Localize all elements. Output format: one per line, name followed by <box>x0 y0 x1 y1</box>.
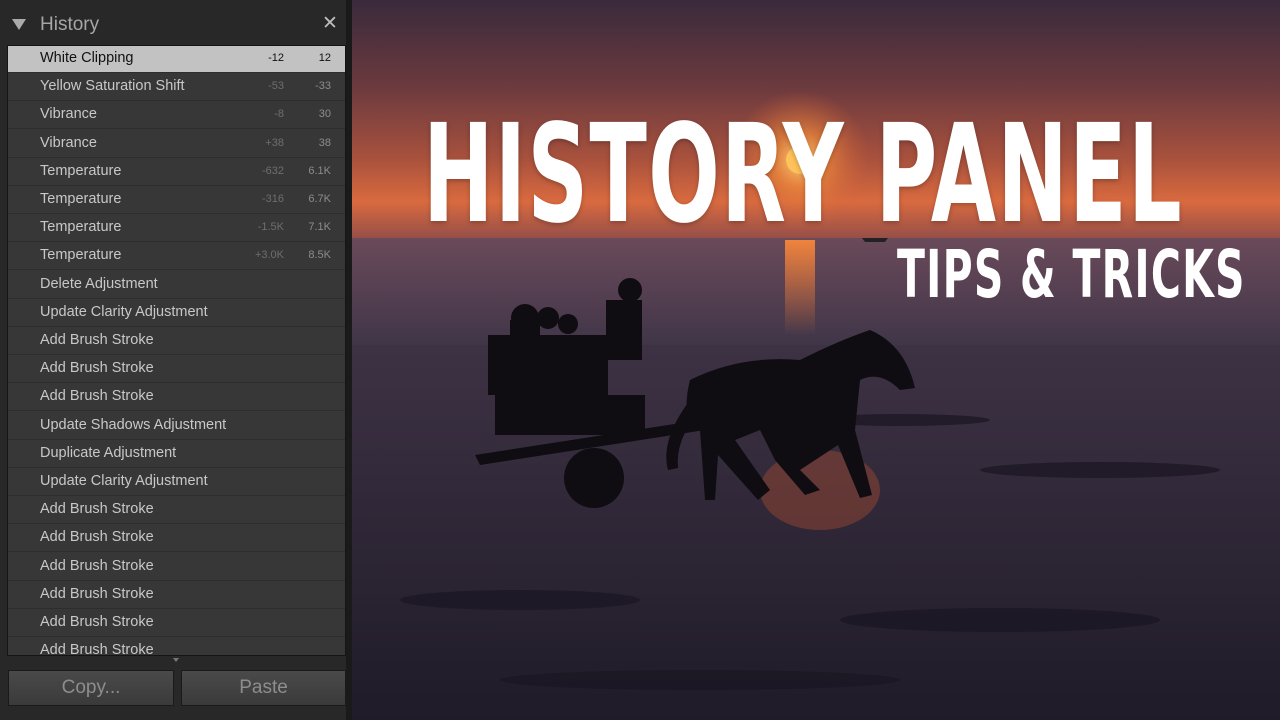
history-step-label: Yellow Saturation Shift <box>40 78 185 95</box>
overlay-subtitle: TIPS & TRICKS <box>897 236 1246 313</box>
history-step[interactable]: Delete Adjustment <box>8 272 345 299</box>
history-step[interactable]: Vibrance +38 38 <box>8 131 345 158</box>
history-step-label: Update Clarity Adjustment <box>40 303 208 320</box>
history-step[interactable]: Temperature -632 6.1K <box>8 159 345 186</box>
history-step[interactable]: Add Brush Stroke <box>8 525 345 553</box>
history-step-label: Add Brush Stroke <box>40 360 154 377</box>
history-step[interactable]: White Clipping -12 12 <box>8 46 345 73</box>
history-step[interactable]: Add Brush Stroke <box>8 356 345 384</box>
history-step-label: White Clipping <box>40 50 134 66</box>
history-step[interactable]: Add Brush Stroke <box>8 328 345 355</box>
history-step-delta: -53 <box>268 80 284 93</box>
scroll-indicator-icon[interactable] <box>173 658 179 662</box>
history-step-label: Add Brush Stroke <box>40 332 154 348</box>
history-step[interactable]: Update Shadows Adjustment <box>8 413 345 440</box>
history-step[interactable]: Yellow Saturation Shift -53 -33 <box>8 74 345 102</box>
history-step-label: Add Brush Stroke <box>40 585 154 602</box>
history-step[interactable]: Vibrance -8 30 <box>8 102 345 130</box>
history-step-label: Update Clarity Adjustment <box>40 473 208 489</box>
history-step-label: Delete Adjustment <box>40 275 158 292</box>
history-step-label: Add Brush Stroke <box>40 529 154 546</box>
history-step-label: Temperature <box>40 219 122 236</box>
history-step[interactable]: Update Clarity Adjustment <box>8 469 345 496</box>
history-step[interactable]: Update Clarity Adjustment <box>8 300 345 327</box>
history-step-label: Add Brush Stroke <box>40 388 154 405</box>
history-list[interactable]: White Clipping -12 12 Yellow Saturation Shi… <box>7 45 346 656</box>
history-step[interactable]: Add Brush Stroke <box>8 384 345 412</box>
copy-button[interactable]: Copy... <box>8 670 174 706</box>
history-step-label: Vibrance <box>40 106 97 123</box>
history-step-label: Temperature <box>40 247 122 264</box>
history-step[interactable]: Add Brush Stroke <box>8 638 345 656</box>
history-step[interactable]: Add Brush Stroke <box>8 610 345 637</box>
panel-title: History <box>40 14 100 35</box>
history-step[interactable]: Add Brush Stroke <box>8 582 345 609</box>
close-icon[interactable]: ✕ <box>322 12 338 34</box>
history-step-value: 30 <box>318 108 331 121</box>
history-step-label: Temperature <box>40 191 122 207</box>
history-panel-header[interactable]: History ✕ <box>0 8 352 44</box>
history-step-value: 6.1K <box>308 164 331 177</box>
history-step-value: 8.5K <box>308 249 331 262</box>
history-step-delta: -12 <box>268 52 284 64</box>
history-step-label: Temperature <box>40 162 122 179</box>
history-step[interactable]: Temperature -1.5K 7.1K <box>8 215 345 243</box>
history-step-label: Add Brush Stroke <box>40 501 154 518</box>
history-step-value: 6.7K <box>308 193 331 205</box>
history-step-label: Duplicate Adjustment <box>40 444 177 461</box>
history-step-delta: -1.5K <box>257 221 284 234</box>
history-step-label: Vibrance <box>40 134 97 151</box>
history-step-delta: -316 <box>261 193 284 205</box>
paste-button[interactable]: Paste <box>181 670 346 706</box>
history-step-value: 38 <box>318 136 331 149</box>
history-step-delta: -632 <box>261 164 284 177</box>
history-step-delta: +38 <box>265 136 284 149</box>
overlay-title: HISTORY PANEL <box>423 96 1183 254</box>
history-step[interactable]: Add Brush Stroke <box>8 554 345 581</box>
history-step-delta: +3.0K <box>254 249 284 262</box>
history-step-value: 7.1K <box>308 221 331 234</box>
history-step[interactable]: Duplicate Adjustment <box>8 441 345 468</box>
history-step-label: Add Brush Stroke <box>40 557 154 574</box>
history-step[interactable]: Add Brush Stroke <box>8 497 345 525</box>
sun-reflection <box>785 240 815 335</box>
history-step-label: Add Brush Stroke <box>40 642 154 656</box>
triangle-down-icon[interactable] <box>12 19 26 30</box>
history-panel: History ✕ White Clipping -12 12 Yellow Satu… <box>0 0 352 720</box>
history-step[interactable]: Temperature +3.0K 8.5K <box>8 243 345 271</box>
history-step[interactable]: Temperature -316 6.7K <box>8 187 345 214</box>
history-step-delta: -8 <box>274 108 284 121</box>
history-step-label: Update Shadows Adjustment <box>40 416 227 433</box>
history-step-label: Add Brush Stroke <box>40 614 154 630</box>
history-step-value: -33 <box>315 80 331 93</box>
history-step-value: 12 <box>318 52 331 64</box>
